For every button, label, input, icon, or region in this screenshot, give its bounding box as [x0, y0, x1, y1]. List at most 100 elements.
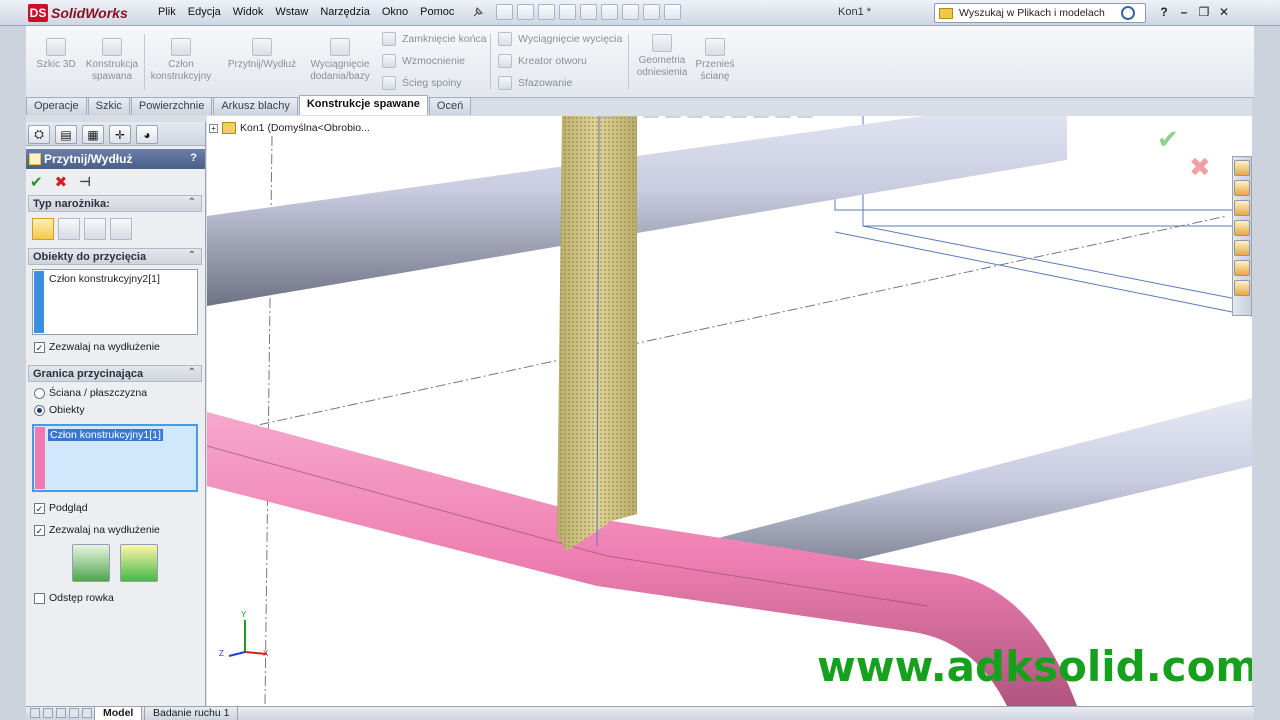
options-icon[interactable] [664, 4, 681, 20]
extruded-cut-button[interactable]: Wyciągnięcie wycięcia [498, 32, 622, 46]
view-orientation-icon[interactable] [687, 116, 703, 118]
keep-visible-pin-icon[interactable]: ⊣ [79, 174, 91, 190]
trimming-boundary-header[interactable]: Granica przycinająca ⌃ [28, 365, 202, 382]
prev-tab-icon[interactable] [43, 708, 53, 718]
menu-tools[interactable]: Narzędzia [320, 6, 370, 18]
tab-features[interactable]: Operacje [26, 97, 87, 115]
rebuild-icon[interactable] [622, 4, 639, 20]
corner-type-header[interactable]: Typ narożnika: ⌃ [28, 195, 202, 212]
design-library-icon[interactable] [1234, 200, 1250, 216]
end-butt1-icon[interactable] [84, 218, 106, 240]
confirmation-cancel-icon[interactable]: ✖ [1189, 152, 1211, 183]
custom-properties-icon[interactable] [1234, 280, 1250, 296]
previous-view-icon[interactable] [643, 116, 659, 118]
ok-button[interactable]: ✔ [30, 173, 43, 191]
view-settings-icon[interactable] [797, 116, 813, 118]
next-tab-icon[interactable] [56, 708, 66, 718]
minimize-button[interactable]: – [1174, 5, 1194, 19]
boundary-bodies-list[interactable]: Człon konstrukcyjny1[1] [32, 424, 198, 492]
tab-sheet-metal[interactable]: Arkusz blachy [213, 97, 298, 115]
face-plane-radio[interactable]: Ściana / płaszczyzna [34, 387, 202, 399]
bodies-radio[interactable]: Obiekty [34, 404, 202, 416]
end-trim-icon[interactable] [32, 218, 54, 240]
cancel-button[interactable]: ✖ [55, 173, 68, 191]
menu-edit[interactable]: Edycja [188, 6, 221, 18]
bodies-to-trim-header[interactable]: Obiekty do przycięcia ⌃ [28, 248, 202, 265]
viewport-minimize-button[interactable]: – [1189, 116, 1209, 118]
end-butt2-icon[interactable] [110, 218, 132, 240]
expand-icon[interactable]: + [209, 123, 218, 133]
viewport-close-button[interactable]: ✕ [1229, 116, 1249, 118]
restore-button[interactable]: ❐ [1194, 5, 1214, 19]
tab-evaluate[interactable]: Oceń [428, 97, 472, 115]
solidworks-logo[interactable]: DS SolidWorks [28, 3, 150, 23]
help-button[interactable]: ? [1154, 5, 1174, 19]
tab-sketch[interactable]: Szkic [87, 97, 130, 115]
tab-model[interactable]: Model [94, 707, 143, 720]
trim-extend-button[interactable]: Przytnij/Wydłuż [222, 38, 302, 71]
menu-insert[interactable]: Wstaw [275, 6, 308, 18]
preview-checkbox[interactable]: ✓ Podgląd [34, 502, 202, 514]
search-input[interactable]: Wyszukaj w Plikach i modelach [959, 7, 1121, 19]
list-item[interactable]: Człon konstrukcyjny1[1] [48, 429, 163, 441]
appearances-icon[interactable] [1234, 260, 1250, 276]
sketch3d-button[interactable]: Szkic 3D [36, 38, 76, 71]
end-miter-icon[interactable] [58, 218, 80, 240]
tab-motion-study[interactable]: Badanie ruchu 1 [144, 707, 239, 720]
menu-view[interactable]: Widok [233, 6, 264, 18]
close-button[interactable]: ✕ [1214, 5, 1234, 19]
structural-member-button[interactable]: Człon konstrukcyjny [148, 38, 214, 83]
weldment-button[interactable]: Konstrukcja spawana [82, 38, 142, 83]
search-icon[interactable] [1121, 6, 1135, 20]
help-icon[interactable]: ? [190, 152, 197, 164]
view-palette-icon[interactable] [1234, 240, 1250, 256]
section-view-icon[interactable] [665, 116, 681, 118]
move-face-button[interactable]: Przenieś ścianę [690, 38, 740, 83]
extruded-boss-button[interactable]: Wyciągnięcie dodania/bazy [306, 38, 374, 83]
chamfer-button[interactable]: Sfazowanie [498, 76, 572, 90]
configuration-manager-tab-icon[interactable]: ▦ [82, 125, 104, 144]
zoom-to-fit-icon[interactable] [599, 116, 615, 118]
print-icon[interactable] [559, 4, 576, 20]
dimxpert-tab-icon[interactable]: ✛ [109, 125, 131, 144]
last-tab-icon[interactable] [69, 708, 79, 718]
viewport-restore-button[interactable]: ❐ [1209, 116, 1229, 118]
property-manager-tab-icon[interactable]: ▤ [55, 125, 77, 144]
allow-extend-checkbox[interactable]: ✓ Zezwalaj na wydłużenie [34, 341, 202, 353]
planar-cut-icon[interactable] [72, 544, 110, 582]
body-cut-icon[interactable] [120, 544, 158, 582]
list-item[interactable]: Człon konstrukcyjny2[1] [47, 273, 162, 285]
weld-gap-checkbox[interactable]: Odstęp rowka [34, 592, 202, 604]
feature-manager-tab-icon[interactable]: ⛭ [28, 125, 50, 144]
feature-tree-root[interactable]: + Kon1 (Domyślna<Obrobio... [209, 122, 370, 134]
menu-help[interactable]: Pomoc [420, 6, 454, 18]
home-icon[interactable] [1234, 180, 1250, 196]
reference-geometry-button[interactable]: Geometria odniesienia [632, 34, 692, 79]
graphics-area[interactable]: + Kon1 (Domyślna<Obrobio... – ❐ ✕ ✔ ✖ Y … [207, 116, 1252, 706]
save-icon[interactable] [538, 4, 555, 20]
scene-icon[interactable] [775, 116, 791, 118]
appearance-icon[interactable] [753, 116, 769, 118]
hide-show-icon[interactable] [731, 116, 747, 118]
end-cap-button[interactable]: Zamknięcie końca [382, 32, 487, 46]
menu-file[interactable]: Plik [158, 6, 176, 18]
tab-weldments[interactable]: Konstrukcje spawane [298, 95, 428, 115]
weld-bead-button[interactable]: Ścieg spoiny [382, 76, 462, 90]
collapse-icon[interactable]: ⌃ [188, 367, 196, 378]
file-explorer-icon[interactable] [1234, 220, 1250, 236]
search-box[interactable]: Wyszukaj w Plikach i modelach [934, 3, 1146, 23]
first-tab-icon[interactable] [30, 708, 40, 718]
confirmation-ok-icon[interactable]: ✔ [1157, 124, 1179, 155]
display-manager-tab-icon[interactable]: ◕ [136, 125, 158, 144]
solidworks-resources-icon[interactable] [1234, 160, 1250, 176]
menu-window[interactable]: Okno [382, 6, 408, 18]
more-tabs-icon[interactable] [82, 708, 92, 718]
tab-surfaces[interactable]: Powierzchnie [130, 97, 213, 115]
gusset-button[interactable]: Wzmocnienie [382, 54, 465, 68]
file-properties-icon[interactable] [643, 4, 660, 20]
collapse-icon[interactable]: ⌃ [188, 197, 196, 208]
bodies-to-trim-list[interactable]: Człon konstrukcyjny2[1] [32, 269, 198, 335]
collapse-icon[interactable]: ⌃ [188, 250, 196, 261]
pin-menu-icon[interactable] [472, 6, 484, 18]
zoom-area-icon[interactable] [621, 116, 637, 118]
